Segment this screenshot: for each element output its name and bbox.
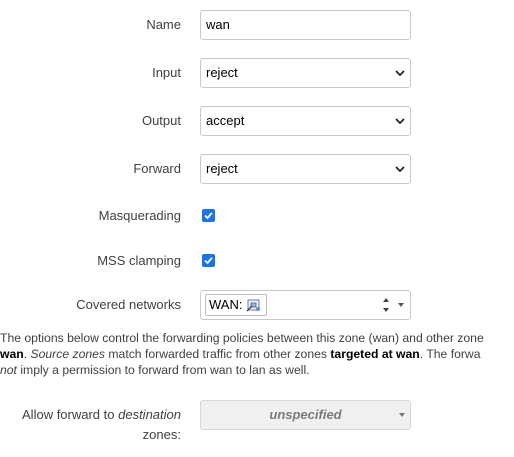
description-line-3: not imply a permission to forward from w… bbox=[0, 363, 310, 377]
name-label: Name bbox=[146, 17, 181, 32]
covered-networks-label: Covered networks bbox=[76, 297, 181, 312]
output-row: Output accept bbox=[0, 106, 514, 136]
forward-row: Forward reject bbox=[0, 154, 514, 184]
masquerading-checkbox[interactable] bbox=[202, 209, 215, 222]
forward-select-value: reject bbox=[206, 161, 238, 176]
output-select[interactable]: accept bbox=[200, 106, 411, 136]
name-row: Name wan bbox=[0, 10, 514, 40]
ethernet-port-icon bbox=[246, 299, 260, 312]
masquerading-row: Masquerading bbox=[0, 201, 514, 231]
input-row: Input reject bbox=[0, 58, 514, 88]
input-label: Input bbox=[152, 65, 181, 80]
forward-label: Forward bbox=[133, 161, 181, 176]
description-line-2: wan. Source zones match forwarded traffi… bbox=[0, 347, 481, 361]
name-input[interactable]: wan bbox=[200, 10, 411, 40]
output-select-value: accept bbox=[206, 113, 245, 128]
forward-select[interactable]: reject bbox=[200, 154, 411, 184]
input-select-value: reject bbox=[206, 65, 238, 80]
network-tag-wan[interactable]: WAN: bbox=[205, 294, 267, 316]
input-select[interactable]: reject bbox=[200, 58, 411, 88]
forward-dest-value: unspecified bbox=[269, 407, 342, 422]
mss-clamping-checkbox[interactable] bbox=[202, 254, 215, 267]
mss-clamping-label: MSS clamping bbox=[97, 253, 181, 268]
dropdown-arrow-icon bbox=[398, 303, 404, 307]
dropdown-arrow-icon bbox=[399, 413, 405, 417]
chevron-down-icon bbox=[395, 118, 405, 125]
masquerading-label: Masquerading bbox=[98, 208, 181, 223]
checkmark-icon bbox=[204, 212, 213, 220]
checkmark-icon bbox=[204, 257, 213, 265]
forward-dest-dropdown[interactable]: unspecified bbox=[200, 400, 411, 430]
spinner-arrows-icon[interactable] bbox=[381, 293, 391, 317]
network-tag-label: WAN: bbox=[209, 297, 243, 312]
mss-clamping-row: MSS clamping bbox=[0, 246, 514, 276]
description-line-1: The options below control the forwarding… bbox=[0, 331, 484, 345]
forward-dest-label: Allow forward to destination zones: bbox=[22, 407, 181, 442]
covered-networks-dropdown[interactable]: WAN: bbox=[200, 290, 411, 320]
output-label: Output bbox=[141, 113, 181, 128]
covered-networks-row: Covered networks WAN: bbox=[0, 290, 514, 320]
forwarding-description: The options below control the forwarding… bbox=[0, 330, 514, 378]
chevron-down-icon bbox=[395, 166, 405, 173]
chevron-down-icon bbox=[395, 70, 405, 77]
